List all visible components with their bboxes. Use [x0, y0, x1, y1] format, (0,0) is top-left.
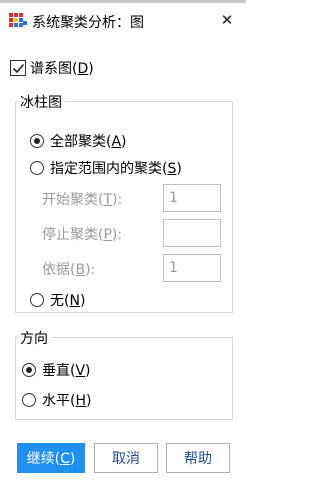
continue-button[interactable]: 继续(C) — [17, 443, 85, 473]
help-button[interactable]: 帮助 — [166, 443, 230, 473]
radio-unselected-icon — [22, 393, 36, 407]
orientation-vertical-radio[interactable]: 垂直(V) — [22, 360, 91, 380]
icicle-specified-range-radio[interactable]: 指定范围内的聚类(S) — [30, 158, 182, 178]
icicle-none-label: 无(N) — [50, 293, 86, 309]
continue-button-label: 继续(C) — [26, 451, 76, 467]
start-cluster-input[interactable]: 1 — [163, 184, 221, 212]
radio-selected-icon — [22, 363, 36, 377]
cancel-button[interactable]: 取消 — [94, 443, 158, 473]
radio-unselected-icon — [30, 293, 44, 307]
stop-cluster-label: 停止聚类(P): — [42, 227, 123, 243]
by-input[interactable]: 1 — [163, 254, 221, 282]
title-bar: 系统聚类分析：图 ✕ — [0, 3, 246, 35]
close-button[interactable]: ✕ — [218, 11, 236, 29]
radio-unselected-icon — [30, 161, 44, 175]
radio-selected-icon — [30, 134, 44, 148]
dendrogram-checkbox[interactable]: 谱系图(D) — [10, 58, 94, 78]
icicle-all-clusters-radio[interactable]: 全部聚类(A) — [30, 131, 127, 151]
by-label: 依据(B): — [42, 262, 96, 278]
orientation-horizontal-label: 水平(H) — [42, 393, 92, 409]
icicle-group-title: 冰柱图 — [17, 92, 65, 112]
icicle-none-radio[interactable]: 无(N) — [30, 290, 85, 310]
orientation-horizontal-radio[interactable]: 水平(H) — [22, 390, 91, 410]
app-icon — [9, 13, 27, 29]
start-cluster-label: 开始聚类(T): — [42, 192, 123, 208]
orientation-vertical-label: 垂直(V) — [42, 363, 91, 379]
checkbox-checked-icon — [10, 60, 26, 76]
icicle-all-clusters-label: 全部聚类(A) — [50, 134, 127, 150]
dendrogram-label: 谱系图(D) — [30, 61, 94, 77]
icicle-specified-range-label: 指定范围内的聚类(S) — [50, 161, 182, 177]
stop-cluster-input[interactable] — [163, 219, 221, 247]
close-icon: ✕ — [220, 11, 234, 29]
orientation-group-title: 方向 — [17, 328, 51, 348]
window-title: 系统聚类分析：图 — [32, 15, 144, 31]
